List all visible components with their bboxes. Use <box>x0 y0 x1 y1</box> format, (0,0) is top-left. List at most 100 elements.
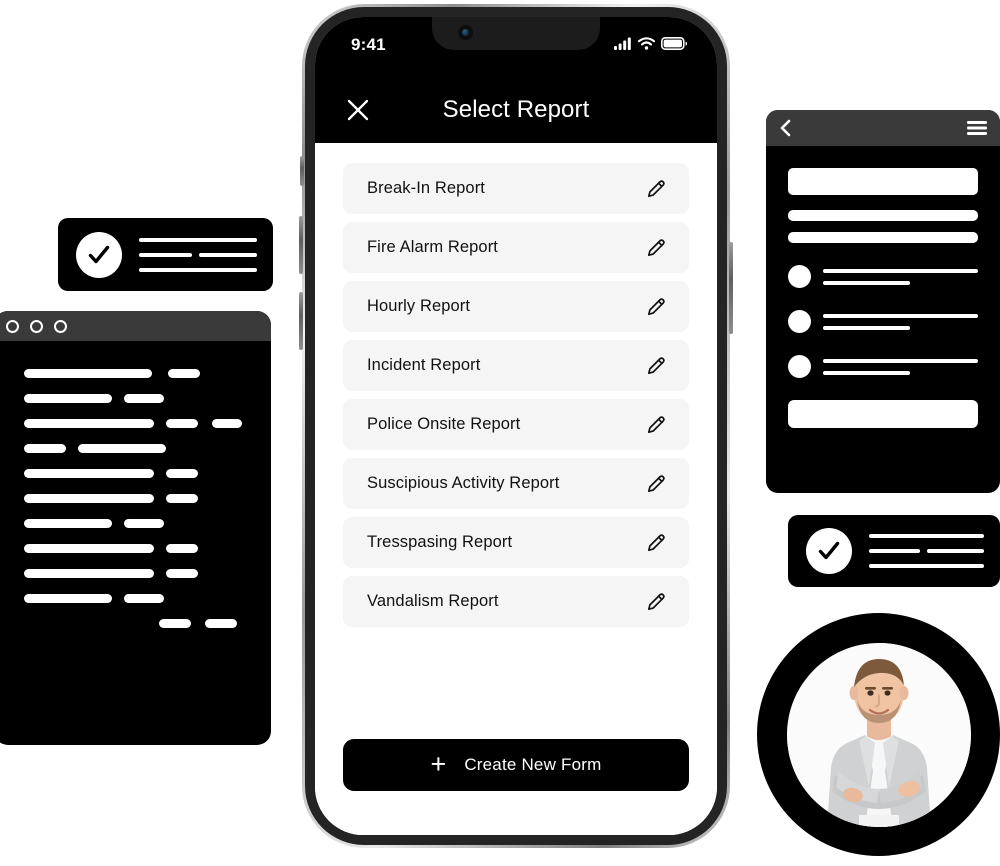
pencil-icon[interactable] <box>643 235 669 261</box>
phone-mockup: 9:41 Select Report Break-In Report Fire … <box>299 4 733 848</box>
code-bar <box>168 369 200 378</box>
check-card-lines <box>869 534 984 568</box>
pencil-icon[interactable] <box>643 353 669 379</box>
pencil-icon[interactable] <box>643 412 669 438</box>
report-row[interactable]: Vandalism Report <box>343 576 689 627</box>
volume-down-button[interactable] <box>299 292 303 350</box>
code-bar <box>166 469 198 478</box>
pencil-icon[interactable] <box>643 294 669 320</box>
code-bar <box>166 569 198 578</box>
code-bar <box>166 419 198 428</box>
code-bar <box>24 519 112 528</box>
code-bar <box>24 594 112 603</box>
primary-action-block[interactable] <box>788 400 978 428</box>
report-label: Hourly Report <box>367 297 471 315</box>
secondary-app-window <box>766 110 1000 493</box>
phone-screen: 9:41 Select Report Break-In Report Fire … <box>315 17 717 835</box>
avatar-circle <box>788 265 811 288</box>
code-window-body <box>0 341 271 628</box>
power-button[interactable] <box>729 242 733 334</box>
avatar-circle <box>788 310 811 333</box>
mockup-scene: 9:41 Select Report Break-In Report Fire … <box>0 0 1000 866</box>
status-bar: 9:41 <box>315 17 717 77</box>
check-card-line <box>869 534 984 538</box>
code-line <box>0 419 271 428</box>
create-new-form-button[interactable]: + Create New Form <box>343 739 689 791</box>
code-line <box>0 594 271 603</box>
text-placeholder-bar <box>788 232 978 243</box>
content-placeholder-block <box>788 168 978 195</box>
report-label: Break-In Report <box>367 179 485 197</box>
check-card-line <box>139 237 257 242</box>
report-label: Fire Alarm Report <box>367 238 498 256</box>
code-line <box>0 619 271 628</box>
list-item[interactable] <box>788 310 978 333</box>
pencil-icon[interactable] <box>643 176 669 202</box>
report-row[interactable]: Hourly Report <box>343 281 689 332</box>
code-bar <box>24 544 154 553</box>
app-window-body <box>766 146 1000 378</box>
report-row[interactable]: Tresspasing Report <box>343 517 689 568</box>
report-label: Vandalism Report <box>367 592 499 610</box>
hamburger-menu-icon[interactable] <box>966 120 988 136</box>
code-line <box>0 519 271 528</box>
report-list: Break-In Report Fire Alarm Report Hourly R… <box>315 143 717 739</box>
code-bar <box>24 569 154 578</box>
check-card-left <box>58 218 273 291</box>
code-bar <box>24 369 152 378</box>
check-card-line <box>139 267 257 272</box>
code-bar <box>124 519 164 528</box>
close-icon[interactable] <box>343 95 373 125</box>
list-item[interactable] <box>788 355 978 378</box>
check-card-line-split <box>869 549 984 553</box>
chevron-left-icon[interactable] <box>777 118 794 138</box>
pencil-icon[interactable] <box>643 471 669 497</box>
pencil-icon[interactable] <box>643 589 669 615</box>
report-row[interactable]: Police Onsite Report <box>343 399 689 450</box>
code-bar <box>166 544 198 553</box>
code-bar <box>124 594 164 603</box>
code-bar <box>78 444 166 453</box>
silent-switch[interactable] <box>300 156 304 186</box>
code-bar <box>24 494 154 503</box>
code-bar <box>205 619 237 628</box>
code-line <box>0 494 271 503</box>
window-dot-close[interactable] <box>6 319 19 333</box>
code-line <box>0 469 271 478</box>
report-row[interactable]: Incident Report <box>343 340 689 391</box>
code-bar <box>166 494 198 503</box>
code-bar <box>24 394 112 403</box>
app-list <box>788 265 978 378</box>
app-window-topbar <box>766 110 1000 146</box>
report-row[interactable]: Break-In Report <box>343 163 689 214</box>
app-navbar: Select Report <box>315 77 717 143</box>
text-placeholder-bar <box>788 210 978 221</box>
check-card-line-split <box>139 252 257 257</box>
report-label: Tresspasing Report <box>367 533 513 551</box>
code-line <box>0 369 271 378</box>
battery-icon <box>661 37 687 50</box>
status-time: 9:41 <box>351 35 386 54</box>
avatar-circle <box>788 355 811 378</box>
status-icons <box>614 37 687 50</box>
report-row[interactable]: Fire Alarm Report <box>343 222 689 273</box>
page-title: Select Report <box>442 96 590 123</box>
code-line <box>0 394 271 403</box>
window-dot-minimize[interactable] <box>30 319 43 333</box>
code-bar <box>24 419 154 428</box>
report-row[interactable]: Suscipious Activity Report <box>343 458 689 509</box>
code-line <box>0 444 271 453</box>
list-item[interactable] <box>788 265 978 288</box>
check-card-right <box>788 515 1000 587</box>
cta-area: + Create New Form <box>315 739 717 835</box>
code-editor-window <box>0 311 271 745</box>
pencil-icon[interactable] <box>643 530 669 556</box>
profile-photo-ring <box>757 613 1000 856</box>
window-dot-maximize[interactable] <box>54 319 67 333</box>
code-window-titlebar <box>0 311 271 341</box>
code-bar <box>24 444 66 453</box>
check-circle-icon <box>76 231 122 278</box>
cellular-signal-icon <box>614 37 632 50</box>
profile-photo <box>786 642 971 827</box>
volume-up-button[interactable] <box>299 216 303 274</box>
